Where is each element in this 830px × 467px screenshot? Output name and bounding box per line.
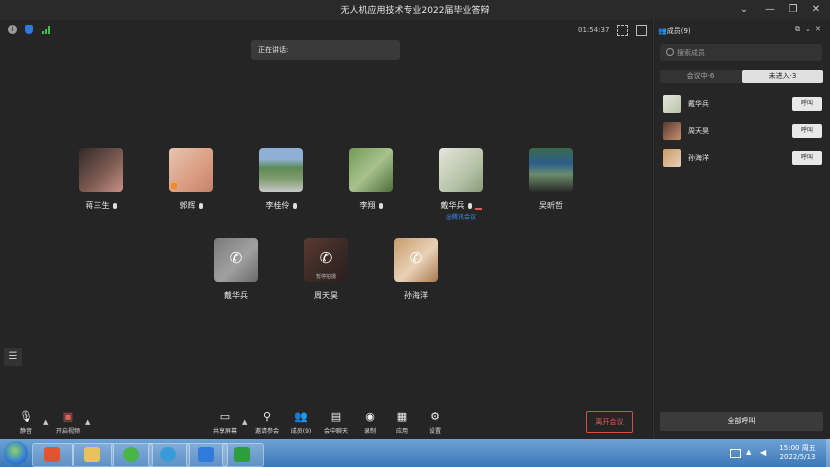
start-video-button[interactable]: ▣ 开启视频 — [48, 410, 88, 435]
apps-icon: ▦ — [396, 410, 408, 423]
calling-tile[interactable]: ✆ — [394, 238, 438, 282]
participant-name: 戴华兵 — [421, 200, 501, 211]
keyboard-icon[interactable] — [730, 449, 741, 458]
member-tabs: 会议中·6 未进入·3 — [660, 70, 823, 83]
volume-icon[interactable]: ◀ — [760, 448, 766, 457]
maximize-icon[interactable]: ❐ — [786, 3, 800, 17]
gear-icon: ⚙ — [430, 410, 440, 423]
call-all-button[interactable]: 全部呼叫 — [660, 412, 823, 431]
video-paused-label: 暂停拍摄 — [315, 274, 336, 280]
mute-button[interactable]: 🎙 静音 — [6, 410, 46, 435]
record-icon: ◉ — [365, 410, 375, 423]
calling-tile[interactable]: ✆ 暂停拍摄 — [304, 238, 348, 282]
member-search-input[interactable]: 搜索成员 — [660, 44, 822, 61]
spreadsheet-icon — [234, 447, 250, 462]
calling-tile[interactable]: ✆ — [214, 238, 258, 282]
participant-name: 李桂伶 — [241, 200, 321, 211]
video-grid-area — [0, 20, 652, 439]
camera-off-icon: ▣ — [62, 410, 74, 423]
taskbar-app[interactable] — [222, 443, 264, 467]
members-header: 👥成员(9) — [658, 27, 691, 35]
users-icon: 👥 — [658, 27, 667, 35]
phone-icon: ✆ — [229, 249, 243, 267]
info-icon[interactable]: i — [8, 25, 17, 34]
system-clock[interactable]: 15:00 周五 2022/5/13 — [770, 444, 825, 462]
taskbar-app[interactable] — [111, 443, 153, 467]
share-screen-button[interactable]: ▭ 共享屏幕 — [205, 410, 245, 435]
add-user-icon: ⚲ — [262, 410, 272, 423]
participant-tag: @腾讯会议 — [445, 214, 476, 221]
host-badge-icon — [171, 183, 177, 189]
avatar — [663, 122, 681, 140]
participant-name: 郭辉 — [151, 200, 231, 211]
tray-expand-icon[interactable]: ▲ — [746, 448, 751, 456]
call-button[interactable]: 呼叫 — [792, 97, 822, 111]
phone-icon: ✆ — [409, 249, 423, 267]
chat-icon: ▤ — [330, 410, 342, 423]
mic-icon — [198, 202, 203, 209]
meeting-app-icon — [198, 447, 214, 462]
show-desktop-button[interactable] — [826, 439, 830, 467]
tab-in-meeting[interactable]: 会议中·6 — [660, 70, 741, 83]
avatar — [663, 95, 681, 113]
taskbar-app[interactable] — [32, 443, 74, 467]
search-icon — [666, 48, 674, 56]
minimize-to-mini-icon[interactable]: ⌄ — [737, 3, 751, 17]
participant-name: 吴昕哲 — [539, 201, 563, 210]
minimize-icon[interactable]: — — [763, 3, 777, 17]
phone-icon: ✆ — [319, 249, 333, 267]
taskbar-app[interactable] — [72, 443, 114, 467]
close-icon[interactable]: ✕ — [809, 3, 823, 17]
share-screen-icon: ▭ — [219, 410, 231, 423]
mic-icon — [378, 202, 383, 209]
chat-app-icon — [160, 447, 176, 462]
signal-bars-icon — [474, 201, 482, 210]
chevron-down-icon[interactable]: ⌄ — [805, 25, 811, 33]
browser-icon — [44, 447, 60, 462]
browser-icon — [123, 447, 139, 462]
meeting-timer: 01:54:37 — [578, 26, 610, 34]
tab-not-joined[interactable]: 未进入·3 — [742, 70, 823, 83]
start-button[interactable] — [4, 441, 28, 465]
users-icon: 👥 — [294, 410, 308, 423]
video-options-caret-icon[interactable]: ▲ — [85, 418, 90, 426]
list-item: 戴华兵 呼叫 — [661, 95, 823, 115]
folder-icon — [84, 447, 100, 462]
calling-name: 戴华兵 — [224, 291, 248, 300]
popout-icon[interactable]: ⧉ — [795, 25, 800, 34]
list-toggle-icon[interactable]: ☰ — [4, 348, 22, 366]
list-item: 孙海洋 呼叫 — [661, 149, 823, 169]
participant-video[interactable] — [259, 148, 303, 192]
fullscreen-icon[interactable] — [617, 25, 628, 36]
list-item: 周天昊 呼叫 — [661, 122, 823, 142]
participant-name: 李翔 — [331, 200, 411, 211]
participant-video[interactable] — [349, 148, 393, 192]
calling-name: 孙海洋 — [404, 291, 428, 300]
participant-video[interactable] — [529, 148, 573, 192]
shield-icon[interactable] — [25, 25, 33, 34]
calling-name: 周天昊 — [314, 291, 338, 300]
layout-icon[interactable] — [636, 25, 647, 36]
call-button[interactable]: 呼叫 — [792, 124, 822, 138]
participant-video[interactable] — [169, 148, 213, 192]
avatar — [663, 149, 681, 167]
taskbar-app[interactable] — [148, 443, 190, 467]
members-button[interactable]: 👥 成员(9) — [281, 410, 321, 435]
mic-icon — [292, 202, 297, 209]
call-button[interactable]: 呼叫 — [792, 151, 822, 165]
mic-icon — [467, 202, 472, 209]
mic-icon — [112, 202, 117, 209]
participant-name: 蒋三生 — [61, 200, 141, 211]
window-title: 无人机应用技术专业2022届毕业答辩 — [340, 6, 490, 16]
participant-video[interactable] — [439, 148, 483, 192]
speaking-indicator: 正在讲话: — [251, 40, 400, 60]
signal-icon[interactable] — [42, 25, 51, 34]
microphone-icon: 🎙 — [19, 410, 33, 423]
leave-meeting-button[interactable]: 离开会议 — [586, 411, 633, 433]
settings-button[interactable]: ⚙ 设置 — [415, 410, 455, 435]
participant-video[interactable] — [79, 148, 123, 192]
close-panel-icon[interactable]: ✕ — [815, 25, 821, 33]
